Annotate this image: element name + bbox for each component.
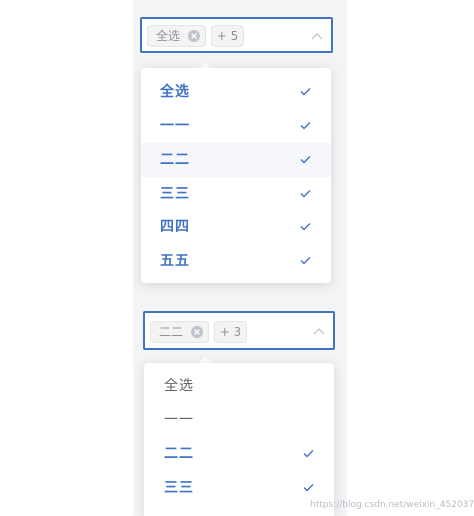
watermark: https://blog.csdn.net/weixin_45203788 xyxy=(310,500,474,510)
collapsed-count-tag: + 5 xyxy=(211,25,244,47)
tag-close-icon[interactable] xyxy=(191,326,203,338)
option-item[interactable]: 二二 xyxy=(141,143,331,177)
check-icon xyxy=(303,484,314,492)
selected-tag-label: 全选 xyxy=(156,29,181,43)
option-item[interactable]: 一一 xyxy=(141,109,331,143)
selected-tag: 二二 xyxy=(150,321,209,343)
option-item[interactable]: 三三 xyxy=(141,177,331,211)
option-label: 一一 xyxy=(164,412,194,428)
check-icon xyxy=(300,122,311,130)
collapsed-count-label: + 3 xyxy=(219,325,242,339)
check-icon xyxy=(300,190,311,198)
check-icon xyxy=(303,450,314,458)
option-item[interactable]: 五五 xyxy=(141,244,331,278)
option-label: 三三 xyxy=(164,480,194,496)
option-label: 三三 xyxy=(160,186,190,202)
check-icon xyxy=(300,156,311,164)
dropdown-menu-2: 全选 一一 二二 三三 xyxy=(144,363,334,516)
chevron-up-icon[interactable] xyxy=(311,32,323,40)
option-label: 全选 xyxy=(164,378,194,394)
chevron-up-icon[interactable] xyxy=(313,327,325,335)
check-icon xyxy=(300,223,311,231)
check-icon xyxy=(300,257,311,265)
multi-select-1[interactable]: 全选 + 5 xyxy=(140,17,333,53)
option-label: 全选 xyxy=(160,84,190,100)
option-label: 二二 xyxy=(160,152,190,168)
option-select-all[interactable]: 全选 xyxy=(144,369,334,403)
option-item[interactable]: 四四 xyxy=(141,210,331,244)
option-item[interactable]: 一一 xyxy=(144,403,334,437)
option-label: 一一 xyxy=(160,118,190,134)
option-label: 五五 xyxy=(160,253,190,269)
multi-select-2[interactable]: 二二 + 3 xyxy=(143,311,335,350)
collapsed-count-label: + 5 xyxy=(216,29,239,43)
option-item[interactable]: 二二 xyxy=(144,437,334,471)
option-label: 四四 xyxy=(160,219,190,235)
selected-tag: 全选 xyxy=(147,25,206,47)
check-icon xyxy=(300,88,311,96)
option-label: 二二 xyxy=(164,446,194,462)
option-select-all[interactable]: 全选 xyxy=(141,75,331,109)
collapsed-count-tag: + 3 xyxy=(214,321,247,343)
tag-close-icon[interactable] xyxy=(188,30,200,42)
selected-tag-label: 二二 xyxy=(159,325,184,339)
option-item[interactable]: 三三 xyxy=(144,471,334,505)
dropdown-menu-1: 全选 一一 二二 三三 四四 五五 xyxy=(141,68,331,283)
